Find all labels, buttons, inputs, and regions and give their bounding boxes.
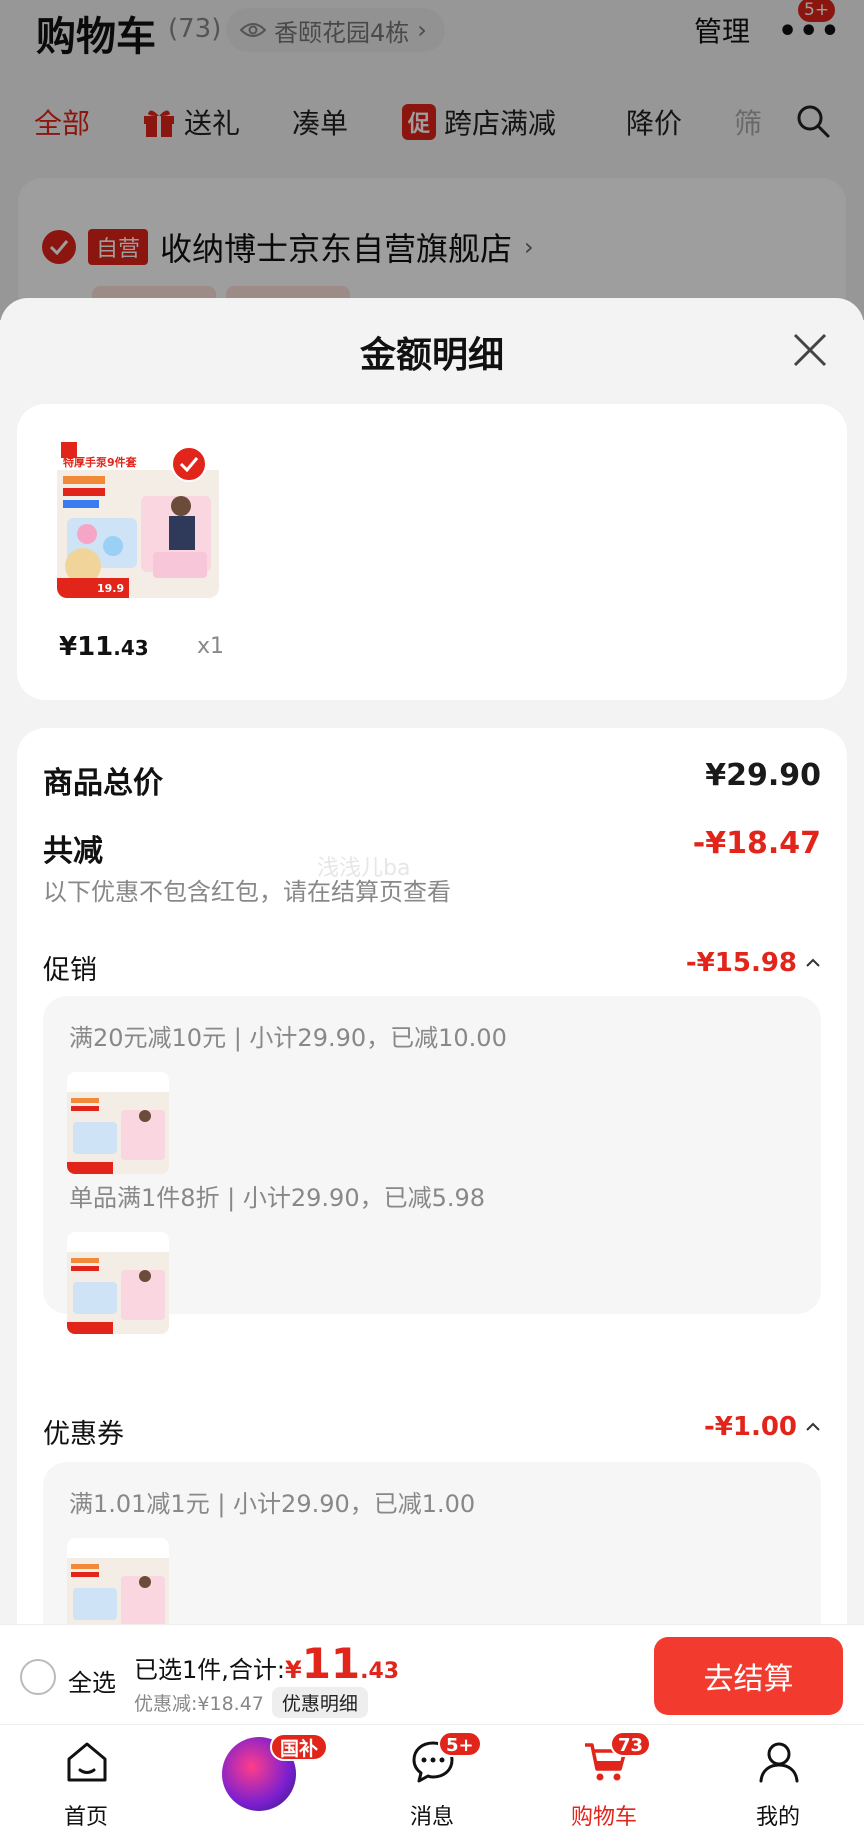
amount-detail-sheet: 金额明细 特厚手泵9件套 19.9 ¥11.43 x1 商品总价 ¥29.90 …: [0, 298, 864, 1724]
select-all-radio[interactable]: [20, 1659, 56, 1695]
total-value: ¥29.90: [705, 758, 821, 793]
product-price: ¥11.43: [59, 632, 149, 662]
promo-line: 单品满1件8折 | 小计29.90，已减5.98: [69, 1184, 486, 1212]
discount-detail-button[interactable]: 优惠明细: [271, 1687, 368, 1718]
cart-badge: 73: [610, 1731, 652, 1757]
discount-summary: 优惠减:¥18.47 优惠明细: [134, 1687, 368, 1718]
promo-item-thumbnail: [67, 1072, 169, 1174]
chevron-up-icon: [806, 1422, 820, 1431]
chevron-up-icon: [806, 958, 820, 967]
close-icon[interactable]: [792, 332, 828, 368]
coupon-toggle[interactable]: -¥1.00: [704, 1412, 821, 1442]
thumb-price: 19.9: [97, 582, 124, 595]
promo-value: -¥15.98: [685, 948, 797, 978]
user-icon: [759, 1742, 799, 1783]
promo-item-thumbnail: [67, 1232, 169, 1334]
overlay-dim[interactable]: [0, 0, 864, 320]
promo-line: 满20元减10元 | 小计29.90，已减10.00: [69, 1024, 507, 1052]
promo-label: 促销: [43, 955, 97, 986]
checkout-button[interactable]: 去结算: [654, 1637, 843, 1715]
coupon-label: 优惠券: [43, 1419, 124, 1450]
reduce-label: 共减: [43, 834, 103, 869]
reduce-value: -¥18.47: [692, 826, 821, 861]
coupon-value: -¥1.00: [703, 1412, 797, 1442]
coupon-line: 满1.01减1元 | 小计29.90，已减1.00: [69, 1490, 476, 1518]
select-all-label[interactable]: 全选: [68, 1663, 116, 1698]
bottom-tab-bar: 首页 国补 5+ 消息 73 购物车 我的: [0, 1724, 864, 1834]
home-icon: [67, 1742, 107, 1782]
thumb-title: 特厚手泵9件套: [63, 455, 138, 469]
watermark: 浅浅儿ba: [317, 856, 411, 881]
promo-detail-box: 满20元减10元 | 小计29.90，已减10.00 单品满1件8折 | 小计2…: [43, 996, 821, 1334]
checkout-bar: 全选 已选1件,合计:¥11.43 优惠减:¥18.47 优惠明细 去结算: [0, 1624, 864, 1724]
messages-badge: 5+: [438, 1731, 482, 1757]
amount-detail-card: 商品总价 ¥29.90 共减 -¥18.47 以下优惠不包含红包，请在结算页查看…: [17, 728, 847, 1724]
product-quantity: x1: [197, 634, 225, 659]
total-summary: 已选1件,合计:¥11.43: [134, 1639, 400, 1688]
product-card: 特厚手泵9件套 19.9 ¥11.43 x1: [17, 404, 847, 700]
promo-toggle[interactable]: -¥15.98: [686, 948, 821, 978]
subsidy-badge: 国补: [270, 1733, 329, 1761]
sheet-title: 金额明细: [359, 335, 504, 376]
product-checked-icon[interactable]: [171, 446, 207, 482]
total-label: 商品总价: [43, 766, 163, 801]
